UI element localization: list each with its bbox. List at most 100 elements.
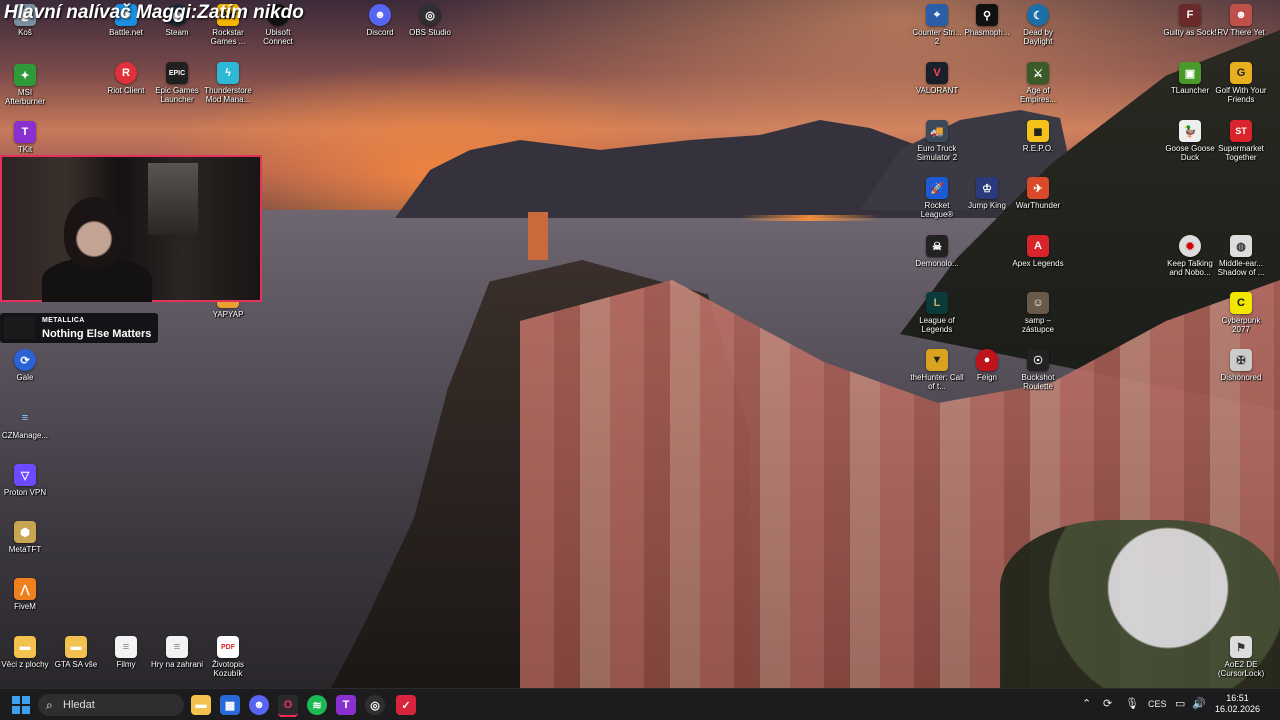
middle-earth-icon: ◍ <box>1230 235 1252 257</box>
desktop-icon-dbd[interactable]: ☾ Dead by Daylight <box>1010 4 1066 46</box>
document-icon: ≡ <box>115 636 137 658</box>
desktop-icon-metatft[interactable]: ⬢ MetaTFT <box>0 521 53 554</box>
document-icon: ≡ <box>166 636 188 658</box>
war-thunder-icon: ✈ <box>1027 177 1049 199</box>
desktop-icon-buckshot[interactable]: ☉ Buckshot Roulette <box>1010 349 1066 391</box>
desktop-icon-valorant[interactable]: V VALORANT <box>909 62 965 95</box>
desktop-icon-zivotopis[interactable]: PDF Životopis Kozubík <box>200 636 256 678</box>
demonologist-icon: ☠ <box>926 235 948 257</box>
desktop-icon-tkit[interactable]: T TKit <box>0 121 53 154</box>
desktop-icon-demonologist[interactable]: ☠ Demonolo... <box>909 235 965 268</box>
clock-time: 16:51 <box>1226 693 1249 703</box>
dishonored-icon: ✠ <box>1230 349 1252 371</box>
goose-goose-duck-icon: 🦆 <box>1179 120 1201 142</box>
desktop-icon-warthunder[interactable]: ✈ WarThunder <box>1010 177 1066 210</box>
stream-title-overlay: Hlavní nalívač Maggi:Zatím nikdo <box>4 2 304 23</box>
guilty-as-sock-icon: F <box>1179 4 1201 26</box>
desktop-icon-ets2[interactable]: 🚚 Euro Truck Simulator 2 <box>909 120 965 162</box>
fivem-icon: ⋀ <box>14 578 36 600</box>
clock-date: 16.02.2026 <box>1214 704 1260 714</box>
league-of-legends-icon: L <box>926 292 948 314</box>
desktop-icon-thunderstore[interactable]: ϟ Thunderstore Mod Mana... <box>200 62 256 104</box>
desktop-icon-phasmophobia[interactable]: ⚲ Phasmoph... <box>959 4 1015 37</box>
start-button[interactable] <box>12 696 30 714</box>
desktop-icon-fivem[interactable]: ⋀ FiveM <box>0 578 53 611</box>
windows-logo-pane <box>22 696 30 704</box>
samp-icon: ☺ <box>1027 292 1049 314</box>
taskbar-store[interactable]: ▦ <box>220 695 240 715</box>
metatft-icon: ⬢ <box>14 521 36 543</box>
taskbar: ⌕ Hledat ▬ ▦ ☻ O ≋ T ◎ ✓ ⌃ ⟳ 🎙 CES ▭ 🔊 1… <box>0 688 1280 720</box>
desktop-icon-golf[interactable]: G Golf With Your Friends <box>1213 62 1269 104</box>
desktop-icon-veci[interactable]: ▬ Věci z plochy <box>0 636 53 669</box>
desktop-icon-cyberpunk[interactable]: C Cyberpunk 2077 <box>1213 292 1269 334</box>
desktop-icon-dishonored[interactable]: ✠ Dishonored <box>1213 349 1269 382</box>
rocket-league-icon: 🚀 <box>926 177 948 199</box>
taskbar-search[interactable]: ⌕ Hledat <box>38 694 184 716</box>
windows-logo-icon <box>12 696 20 704</box>
desktop-icon-apex[interactable]: A Apex Legends <box>1010 235 1066 268</box>
desktop-icon-repo[interactable]: ◼ R.E.P.O. <box>1010 120 1066 153</box>
desktop-icon-aoe2de[interactable]: ⚑ AoE2 DE (CursorLock) <box>1213 636 1269 678</box>
desktop-icon-tlauncher[interactable]: ▣ TLauncher <box>1162 62 1218 95</box>
desktop-icon-middleearth[interactable]: ◍ Middle-ear... Shadow of ... <box>1213 235 1269 277</box>
language-indicator[interactable]: CES <box>1148 699 1167 709</box>
desktop-icon-thehunter[interactable]: ▼ theHunter: Call of t... <box>909 349 965 391</box>
desktop-icon-protonvpn[interactable]: ▽ Proton VPN <box>0 464 53 497</box>
desktop-icon-gtasa[interactable]: ▬ GTA SA vše <box>48 636 104 669</box>
desktop-icon-epic[interactable]: EPIC Epic Games Launcher <box>149 62 205 104</box>
taskbar-obs[interactable]: ◎ <box>365 695 385 715</box>
desktop-icon-counterstrike[interactable]: ⌖ Counter Stri... 2 <box>909 4 965 46</box>
taskbar-spotify[interactable]: ≋ <box>307 695 327 715</box>
desktop-icon-gale[interactable]: ⟳ Gale <box>0 349 53 382</box>
desktop-icon-discord[interactable]: ☻ Discord <box>352 4 408 37</box>
valorant-icon: V <box>926 62 948 84</box>
desktop-icon-hry[interactable]: ≡ Hry na zahrani <box>149 636 205 669</box>
desktop-icon-rvthereyet[interactable]: ☻ RV There Yet <box>1213 4 1269 37</box>
taskbar-app-red[interactable]: ✓ <box>396 695 416 715</box>
phasmophobia-icon: ⚲ <box>976 4 998 26</box>
taskbar-opera-gx[interactable]: O <box>278 695 298 717</box>
desktop-icon-rocketleague[interactable]: 🚀 Rocket League® <box>909 177 965 219</box>
windows-logo-pane <box>22 706 30 714</box>
taskbar-tkit[interactable]: T <box>336 695 356 715</box>
tray-network-icon[interactable]: ▭ <box>1175 697 1185 710</box>
taskbar-discord[interactable]: ☻ <box>249 695 269 715</box>
desktop-icon-feign[interactable]: ● Feign <box>959 349 1015 382</box>
desktop-icon-keeptalking[interactable]: ✹ Keep Talking and Nobo... <box>1162 235 1218 277</box>
tray-volume-icon[interactable]: 🔊 <box>1192 697 1206 710</box>
riot-client-icon: R <box>115 62 137 84</box>
wallpaper-coast-lights <box>740 215 880 221</box>
desktop-icon-samp[interactable]: ☺ samp – zástupce <box>1010 292 1066 334</box>
now-playing-artist: METALLICA <box>42 317 85 324</box>
discord-icon: ☻ <box>369 4 391 26</box>
tkit-icon: T <box>14 121 36 143</box>
desktop-icon-filmy[interactable]: ≡ Filmy <box>98 636 154 669</box>
album-art <box>4 317 34 339</box>
desktop-icon-guiltyassock[interactable]: F Guilty as Sock! <box>1162 4 1218 37</box>
czmanager-icon: ≡ <box>21 412 29 424</box>
taskbar-file-explorer[interactable]: ▬ <box>191 695 211 715</box>
desktop-icon-jumpking[interactable]: ♔ Jump King <box>959 177 1015 210</box>
feign-icon: ● <box>976 349 998 371</box>
msi-afterburner-icon: ✦ <box>14 64 36 86</box>
tray-microphone-icon[interactable]: 🎙 <box>1125 697 1139 710</box>
desktop-icon-czmanager[interactable]: ≡ CZManage... <box>0 407 53 440</box>
tray-sync-icon[interactable]: ⟳ <box>1103 697 1112 710</box>
epic-games-icon: EPIC <box>166 62 188 84</box>
desktop-icon-lol[interactable]: L League of Legends <box>909 292 965 334</box>
tray-overflow-chevron-icon[interactable]: ⌃ <box>1082 697 1091 710</box>
desktop-icon-msi[interactable]: ✦ MSI Afterburner <box>0 64 53 106</box>
desktop-icon-goosegoose[interactable]: 🦆 Goose Goose Duck <box>1162 120 1218 162</box>
buckshot-roulette-icon: ☉ <box>1027 349 1049 371</box>
webcam-overlay <box>0 155 262 302</box>
folder-icon: ▬ <box>65 636 87 658</box>
desktop-icon-aoe[interactable]: ⚔ Age of Empires... <box>1010 62 1066 104</box>
system-clock[interactable]: 16:51 16.02.2026 <box>1215 693 1260 715</box>
desktop-icon-riot[interactable]: R Riot Client <box>98 62 154 95</box>
desktop-icon-supermarket[interactable]: ST Supermarket Together <box>1213 120 1269 162</box>
pdf-icon: PDF <box>217 636 239 658</box>
rv-there-yet-icon: ☻ <box>1230 4 1252 26</box>
desktop-icon-obs[interactable]: ◎ OBS Studio <box>402 4 458 37</box>
dead-by-daylight-icon: ☾ <box>1027 4 1049 26</box>
